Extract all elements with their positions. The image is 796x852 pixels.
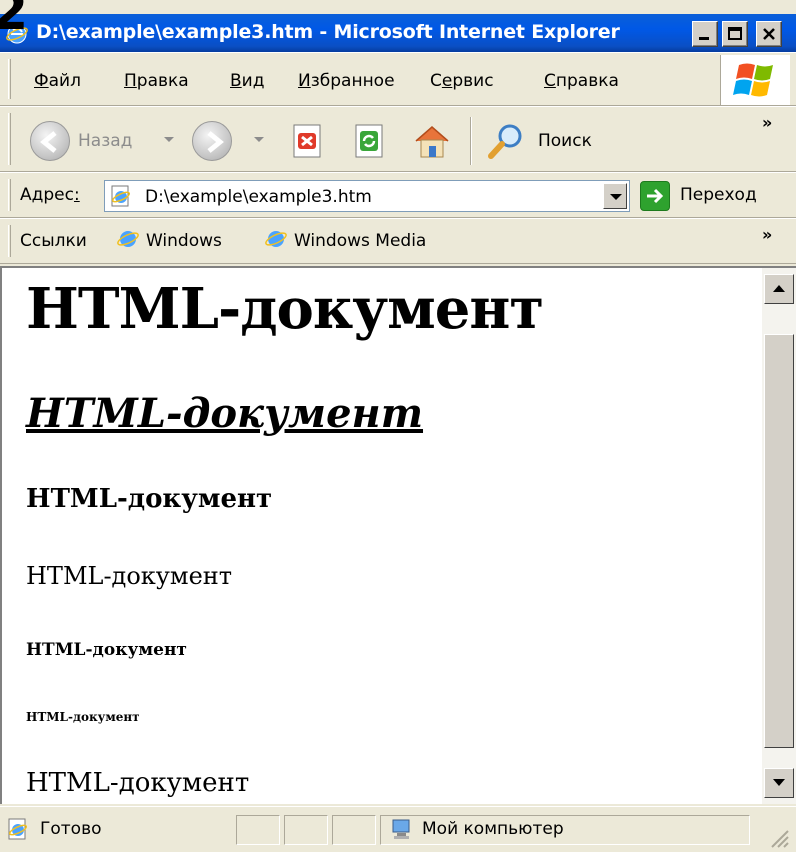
- status-bar: Готово Мой компьютер: [0, 806, 796, 852]
- menu-bar: Файл Правка Вид Избранное Сервис Справка: [0, 52, 796, 106]
- forward-dropdown[interactable]: [254, 137, 264, 142]
- window-title: D:\example\example3.htm - Microsoft Inte…: [36, 21, 620, 43]
- scroll-down-button[interactable]: [764, 768, 794, 798]
- scroll-thumb[interactable]: [764, 334, 794, 748]
- links-more[interactable]: »: [762, 225, 772, 244]
- back-icon: [40, 131, 57, 153]
- link-windows[interactable]: Windows: [146, 231, 222, 251]
- maximize-icon: [728, 27, 742, 40]
- status-cell: [332, 815, 376, 845]
- menu-file[interactable]: Файл: [34, 71, 81, 91]
- windows-flag-icon: [733, 63, 773, 97]
- ie-page-icon: [8, 818, 28, 840]
- close-icon: [763, 28, 775, 40]
- heading-5: HTML-документ: [26, 640, 187, 660]
- address-value: D:\example\example3.htm: [145, 187, 372, 207]
- home-icon[interactable]: [412, 121, 452, 161]
- windows-flag-logo: [720, 55, 790, 105]
- links-bar: Ссылки Windows Windows Media »: [0, 218, 796, 264]
- toolbar-grip[interactable]: [8, 113, 11, 165]
- forward-button[interactable]: [192, 121, 232, 161]
- back-button[interactable]: [30, 121, 70, 161]
- link-windows-media[interactable]: Windows Media: [294, 231, 426, 251]
- links-label: Ссылки: [20, 231, 87, 251]
- search-icon[interactable]: [486, 121, 526, 161]
- resize-grip-icon[interactable]: [766, 825, 790, 849]
- heading-4: HTML-документ: [26, 562, 233, 590]
- slide-number: 2: [0, 0, 29, 42]
- address-input[interactable]: D:\example\example3.htm: [104, 180, 630, 212]
- heading-3: HTML-документ: [26, 484, 273, 514]
- close-button[interactable]: [756, 21, 782, 47]
- computer-icon: [392, 819, 410, 839]
- search-label[interactable]: Поиск: [538, 131, 592, 151]
- scroll-up-button[interactable]: [764, 274, 794, 304]
- paragraph: HTML-документ: [26, 768, 250, 798]
- back-dropdown[interactable]: [164, 137, 174, 142]
- address-dropdown-button[interactable]: [603, 183, 627, 209]
- document-view[interactable]: HTML-документ HTML-документ HTML-докумен…: [0, 266, 762, 804]
- heading-2: HTML-документ: [26, 390, 424, 437]
- refresh-icon[interactable]: [350, 121, 390, 161]
- heading-6: HTML-документ: [26, 710, 140, 724]
- go-button[interactable]: [640, 181, 670, 211]
- status-cell: [284, 815, 328, 845]
- minimize-icon: [699, 37, 709, 40]
- go-arrow-icon: [647, 188, 664, 204]
- menu-edit[interactable]: Правка: [124, 71, 189, 91]
- go-label[interactable]: Переход: [680, 185, 757, 205]
- ie-page-icon: [117, 231, 139, 247]
- menu-view[interactable]: Вид: [230, 71, 264, 91]
- menu-tools[interactable]: Сервис: [430, 71, 494, 91]
- vertical-scrollbar[interactable]: [762, 266, 796, 804]
- title-bar[interactable]: D:\example\example3.htm - Microsoft Inte…: [0, 14, 796, 52]
- heading-1: HTML-документ: [26, 276, 544, 342]
- stop-icon[interactable]: [288, 121, 328, 161]
- forward-icon: [207, 131, 224, 153]
- back-label: Назад: [78, 131, 133, 151]
- minimize-button[interactable]: [692, 21, 718, 47]
- maximize-button[interactable]: [722, 21, 748, 47]
- address-label: Адрес:: [20, 185, 80, 205]
- page-icon: [111, 185, 131, 207]
- status-cell: [236, 815, 280, 845]
- links-grip[interactable]: [8, 225, 11, 257]
- address-grip[interactable]: [8, 179, 11, 211]
- address-bar: Адрес: D:\example\example3.htm Переход: [0, 172, 796, 218]
- status-text: Готово: [40, 819, 102, 839]
- ie-window: D:\example\example3.htm - Microsoft Inte…: [0, 0, 796, 852]
- standard-toolbar: Назад Поиск »: [0, 106, 796, 172]
- menu-favorites[interactable]: Избранное: [298, 71, 395, 91]
- toolbar-more[interactable]: »: [762, 113, 772, 132]
- toolbar-separator: [470, 117, 472, 165]
- ie-page-icon: [265, 231, 287, 247]
- menu-help[interactable]: Справка: [544, 71, 619, 91]
- zone-text: Мой компьютер: [422, 819, 564, 839]
- menu-grip[interactable]: [8, 59, 11, 99]
